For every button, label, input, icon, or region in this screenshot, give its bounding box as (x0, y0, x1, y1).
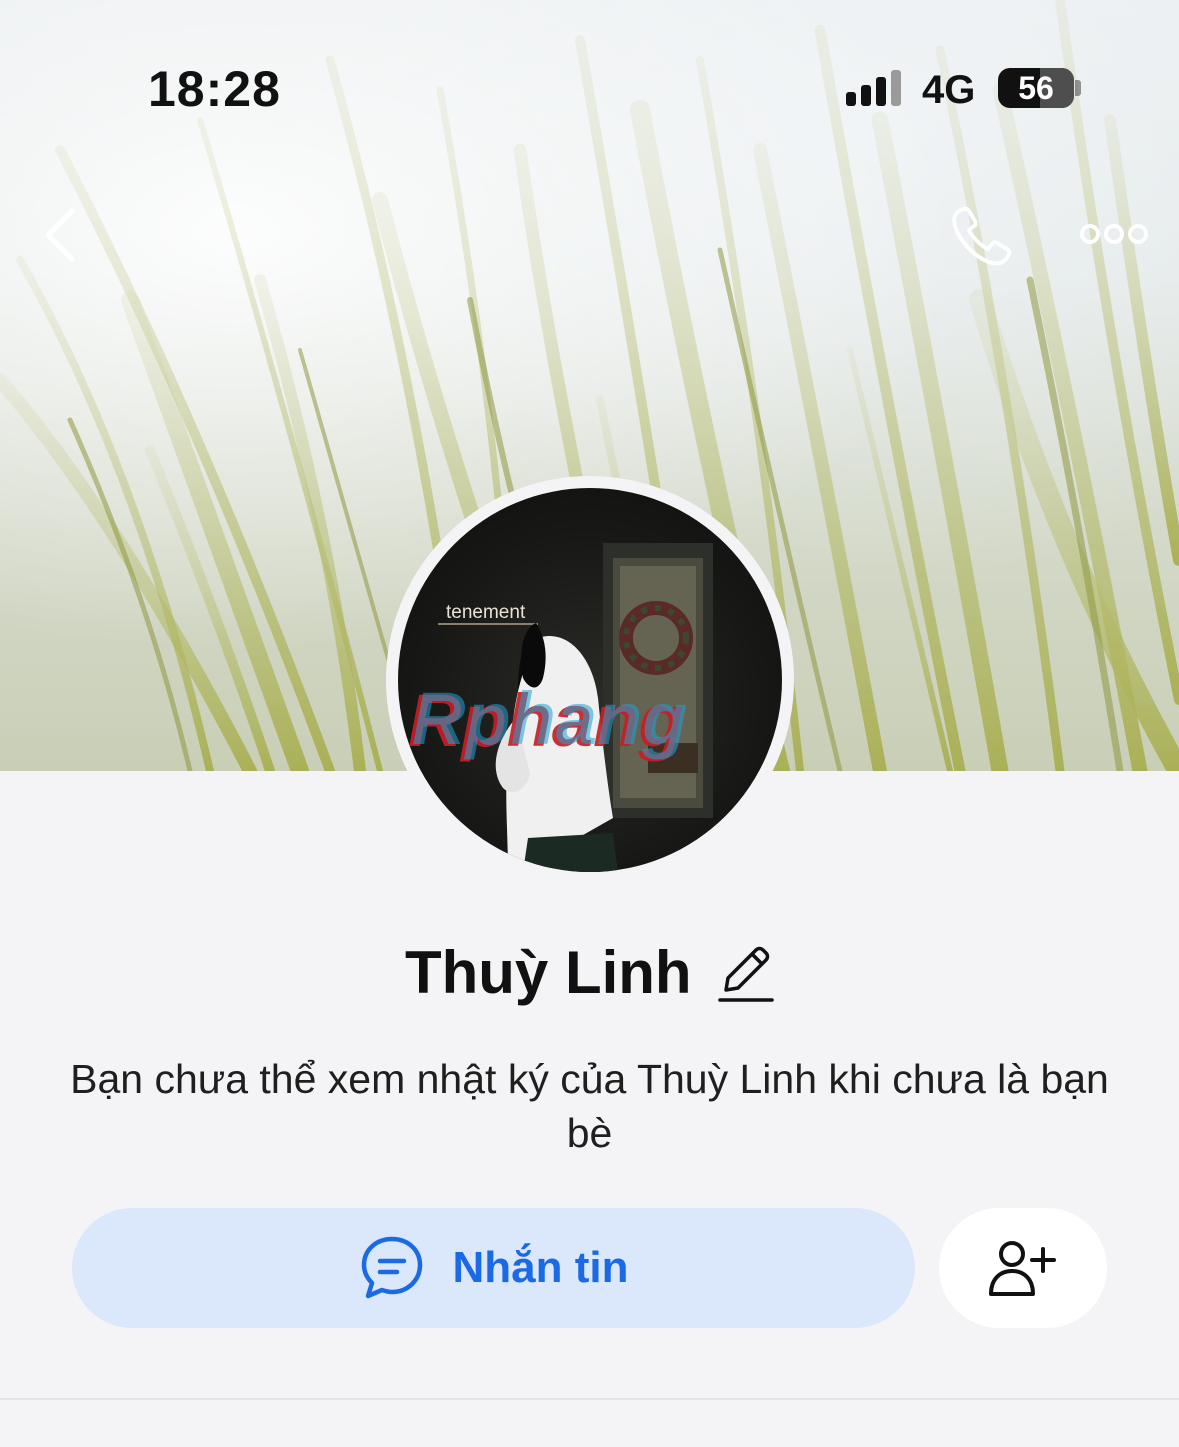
profile-name-row: Thuỳ Linh (0, 938, 1179, 1007)
add-friend-icon (989, 1241, 1056, 1296)
chevron-left-icon[interactable] (36, 205, 86, 265)
message-button-label: Nhắn tin (452, 1243, 629, 1292)
battery-tip (1075, 80, 1081, 96)
add-friend-button[interactable] (939, 1208, 1107, 1328)
phone-icon[interactable] (945, 200, 1019, 274)
network-type: 4G (922, 68, 976, 112)
more-dots-icon[interactable] (1078, 216, 1152, 252)
status-time: 18:28 (148, 61, 281, 117)
tenement-sign: tenement (446, 602, 526, 623)
signal-strength-icon (846, 70, 901, 106)
divider (0, 1398, 1179, 1400)
privacy-note: Bạn chưa thể xem nhật ký của Thuỳ Linh k… (70, 1056, 1109, 1156)
message-button[interactable]: Nhắn tin (72, 1208, 915, 1328)
avatar[interactable]: tenement Rphang Rphang (398, 488, 782, 872)
avatar-photo: tenement Rphang Rphang (408, 543, 713, 872)
battery-icon: 56 (998, 68, 1074, 108)
profile-name: Thuỳ Linh (404, 939, 692, 1006)
watermark-text-shadow: Rphang (412, 677, 687, 760)
battery-level: 56 (1018, 70, 1054, 106)
chat-bubble-icon (361, 1236, 422, 1299)
pencil-icon[interactable] (718, 942, 774, 1004)
